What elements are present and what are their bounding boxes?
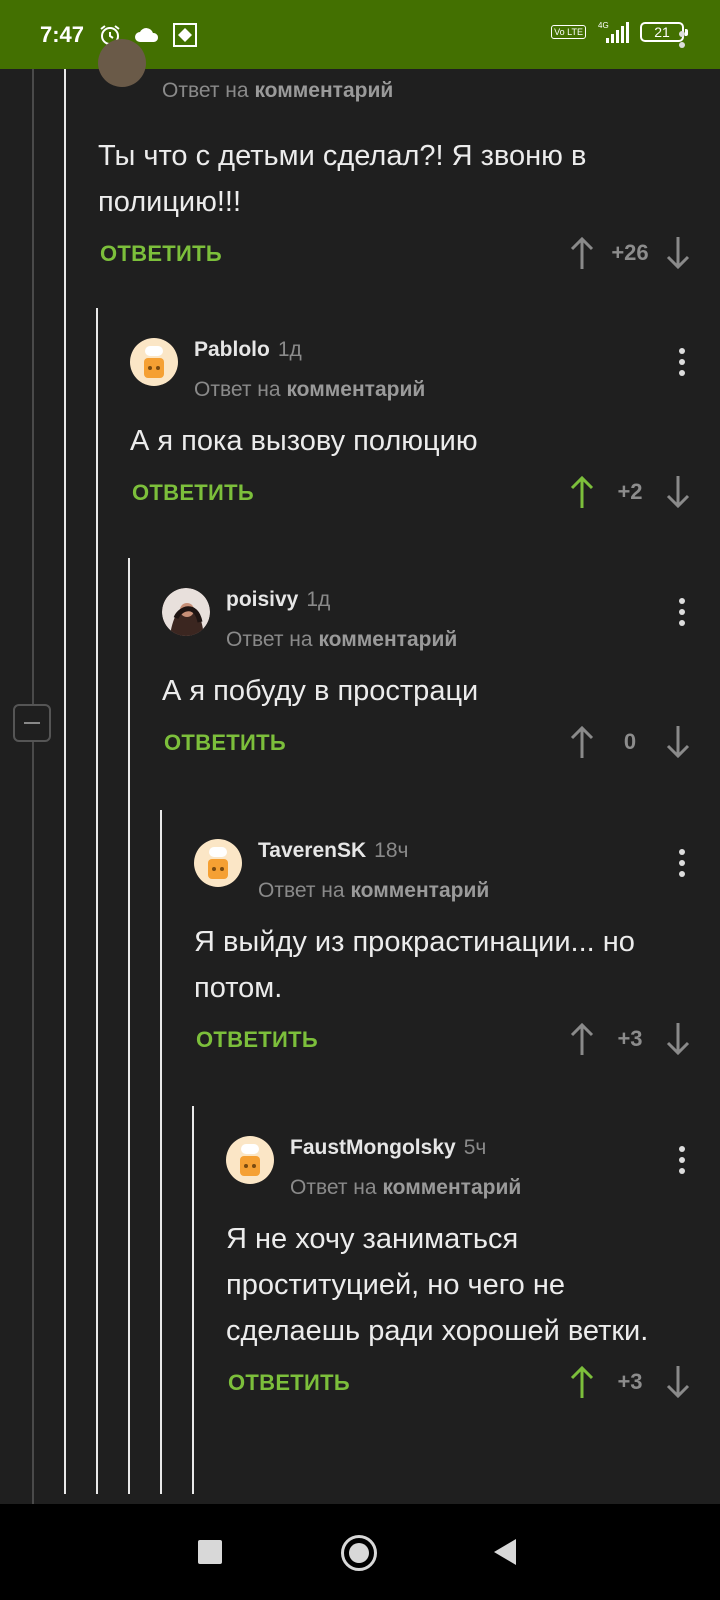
reply-link[interactable]: комментарий [382, 1176, 521, 1199]
upvote-icon[interactable] [564, 1362, 600, 1402]
reply-button[interactable]: ОТВЕТИТЬ [100, 241, 222, 267]
reply-link[interactable]: комментарий [350, 879, 489, 902]
downvote-icon[interactable] [660, 233, 696, 273]
comment-score: +3 [617, 1369, 643, 1394]
comment-age: 1д [306, 588, 331, 611]
comment-score: 0 [623, 729, 637, 754]
comment-text: Я не хочу заниматься проституцией, но че… [226, 1223, 649, 1347]
thread-line [32, 742, 34, 1504]
vote-controls: 0 [564, 722, 696, 762]
reply-link[interactable]: комментарий [318, 628, 457, 651]
thread-line[interactable] [128, 558, 130, 1494]
comment: Ответ на комментарий Ты что с детьми сде… [98, 31, 720, 285]
vote-controls: +3 [564, 1019, 696, 1059]
thread-line[interactable] [160, 810, 162, 1494]
comment: TaverenSK 18ч Ответ на комментарий Я выйд… [194, 839, 720, 1071]
home-button[interactable] [341, 1535, 377, 1571]
avatar[interactable] [130, 338, 178, 386]
reply-button[interactable]: ОТВЕТИТЬ [228, 1370, 350, 1396]
recent-apps-button[interactable] [198, 1540, 222, 1564]
comment-text: Ты что с детьми сделал?! Я звоню в полиц… [98, 140, 587, 218]
comment-score: +3 [617, 1026, 643, 1051]
reply-to-label: Ответ на комментарий [290, 1176, 522, 1199]
comment-author[interactable]: TaverenSK [258, 839, 366, 862]
reply-link[interactable]: комментарий [254, 79, 393, 102]
upvote-icon[interactable] [564, 472, 600, 512]
reply-to-label: Ответ на комментарий [194, 378, 426, 401]
comment-age: 5ч [463, 1136, 487, 1159]
avatar[interactable] [98, 39, 146, 87]
comment-text: Я выйду из прокрастинации... но потом. [194, 926, 635, 1004]
upvote-icon[interactable] [564, 233, 600, 273]
downvote-icon[interactable] [660, 1362, 696, 1402]
comment-author[interactable]: Pablolo [194, 338, 270, 361]
back-button[interactable] [494, 1539, 516, 1565]
more-options-icon[interactable] [678, 849, 686, 881]
vote-controls: +3 [564, 1362, 696, 1402]
reply-button[interactable]: ОТВЕТИТЬ [164, 730, 286, 756]
vote-controls: +2 [564, 472, 696, 512]
comment: FaustMongolsky 5ч Ответ на комментарий Я … [226, 1136, 720, 1414]
avatar[interactable] [226, 1136, 274, 1184]
thread-line[interactable] [192, 1106, 194, 1494]
comment-score: +2 [617, 479, 643, 504]
reply-to-label: Ответ на комментарий [162, 79, 394, 102]
reply-to-label: Ответ на комментарий [258, 879, 490, 902]
volte-icon: Vo LTE [551, 25, 586, 39]
thread-line [32, 69, 34, 704]
comment-author[interactable]: poisivy [226, 588, 298, 611]
comment: Pablolo 1д Ответ на комментарий А я пока … [130, 338, 720, 524]
avatar[interactable] [194, 839, 242, 887]
downvote-icon[interactable] [660, 722, 696, 762]
status-time: 7:47 [40, 21, 85, 47]
more-options-icon[interactable] [678, 31, 686, 63]
comment-text: А я побуду в простраци [162, 675, 479, 707]
comment-age: 18ч [374, 839, 409, 862]
thread-line[interactable] [96, 308, 98, 1494]
upvote-icon[interactable] [564, 722, 600, 762]
more-options-icon[interactable] [678, 348, 686, 380]
reply-button[interactable]: ОТВЕТИТЬ [132, 480, 254, 506]
comment-text: А я пока вызову полюцию [130, 425, 478, 457]
comment: poisivy 1д Ответ на комментарий А я побуд… [162, 588, 720, 774]
reply-to-label: Ответ на комментарий [226, 628, 458, 651]
collapse-thread-button[interactable] [13, 704, 51, 742]
thread-line[interactable] [64, 69, 66, 1494]
reply-link[interactable]: комментарий [286, 378, 425, 401]
avatar[interactable] [162, 588, 210, 636]
upvote-icon[interactable] [564, 1019, 600, 1059]
comment-author[interactable]: FaustMongolsky [290, 1136, 456, 1159]
comment-score: +26 [611, 240, 649, 265]
reply-button[interactable]: ОТВЕТИТЬ [196, 1027, 318, 1053]
more-options-icon[interactable] [678, 1146, 686, 1178]
vote-controls: +26 [564, 233, 696, 273]
downvote-icon[interactable] [660, 1019, 696, 1059]
comment-age: 1д [277, 338, 302, 361]
downvote-icon[interactable] [660, 472, 696, 512]
svg-text:4G: 4G [598, 21, 609, 30]
more-options-icon[interactable] [678, 598, 686, 630]
